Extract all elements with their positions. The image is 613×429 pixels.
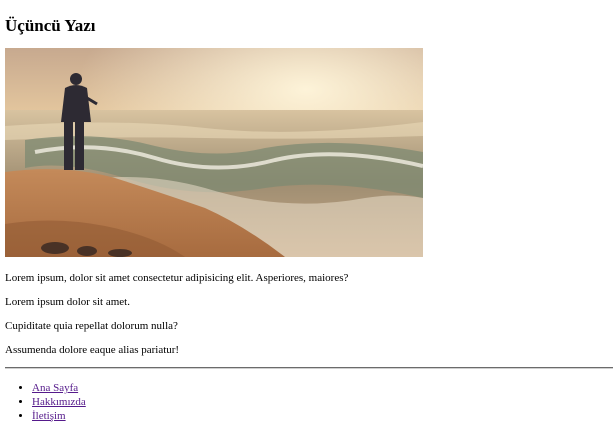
footer-nav: Ana Sayfa Hakkımızda İletişim (5, 381, 86, 423)
post-paragraph-2: Lorem ipsum dolor sit amet. (5, 296, 130, 308)
nav-item-home: Ana Sayfa (32, 381, 86, 395)
footer-divider (5, 367, 613, 369)
nav-link-contact[interactable]: İletişim (32, 410, 66, 422)
post-paragraph-3: Cupiditate quia repellat dolorum nulla? (5, 320, 178, 332)
hero-photo-fisherman-sea (5, 48, 423, 257)
nav-item-about: Hakkımızda (32, 395, 86, 409)
post-paragraph-4: Assumenda dolore eaque alias pariatur! (5, 344, 180, 356)
nav-item-contact: İletişim (32, 409, 86, 423)
page: Üçüncü Yazı Lorem ipsum, dolor sit amet … (0, 0, 613, 357)
nav-link-home[interactable]: Ana Sayfa (32, 382, 78, 394)
nav-link-about[interactable]: Hakkımızda (32, 396, 86, 408)
post-title: Üçüncü Yazı (5, 16, 96, 35)
hero-image (5, 48, 423, 257)
post-paragraph-1: Lorem ipsum, dolor sit amet consectetur … (5, 272, 349, 284)
